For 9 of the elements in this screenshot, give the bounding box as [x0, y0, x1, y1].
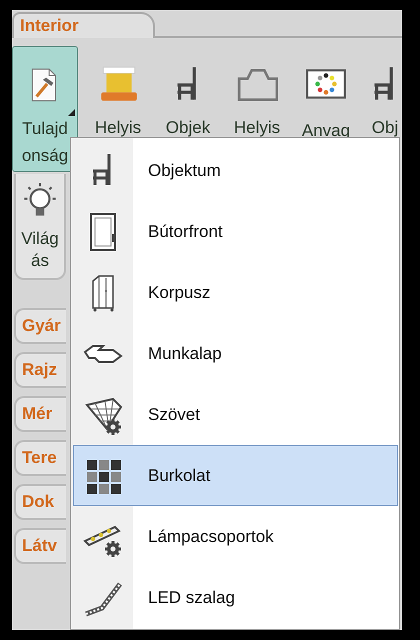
menu-item[interactable]: Bútorfront: [73, 201, 398, 262]
lighting-button[interactable]: Világ ás: [14, 174, 66, 280]
menu-item[interactable]: LED szalag: [73, 567, 398, 628]
menu-item[interactable]: Burkolat: [73, 445, 398, 506]
ribbon-button[interactable]: Tulajd onság: [12, 46, 78, 172]
menu-item[interactable]: Szövet: [73, 384, 398, 445]
menu-item[interactable]: Korpusz: [73, 262, 398, 323]
menu-item[interactable]: Munkalap: [73, 323, 398, 384]
menu-item[interactable]: Lámpacsoportok: [73, 506, 398, 567]
